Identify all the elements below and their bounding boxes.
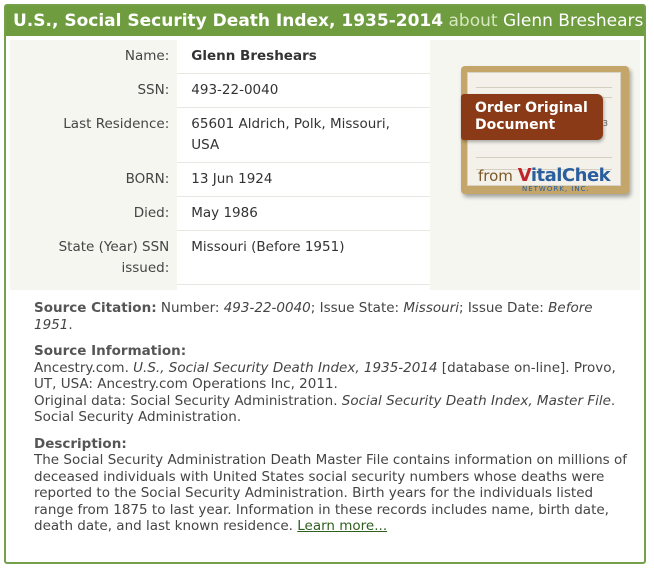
fact-row-name: Name: Glenn Breshears	[10, 40, 430, 74]
citation-text: ; Issue Date:	[458, 300, 549, 316]
citation-text: .	[68, 316, 73, 333]
citation-state: Missouri	[403, 300, 459, 316]
source-citation: Source Citation: Number: 493-22-0040; Is…	[34, 300, 634, 333]
vitalchek-logo: from VitalChek NETWORK, INC.	[478, 165, 611, 193]
paper-rule	[476, 157, 612, 158]
fact-label: Name:	[124, 48, 170, 64]
learn-more-link[interactable]: Learn more...	[297, 518, 387, 534]
fact-value-died: May 1986	[177, 196, 430, 231]
fact-label: State (Year) SSN issued:	[58, 238, 170, 276]
source-section: Source Citation: Number: 493-22-0040; Is…	[34, 300, 634, 545]
from-text: from	[478, 167, 513, 185]
citation-text: ; Issue State:	[310, 300, 404, 316]
vitalchek-v: V	[517, 165, 532, 186]
description-label: Description:	[34, 435, 127, 452]
paper-rule	[476, 87, 612, 88]
fact-label: Died:	[133, 204, 170, 221]
source-information-label: Source Information:	[34, 343, 187, 359]
database-title: U.S., Social Security Death Index, 1935-…	[133, 359, 438, 376]
about-word: about	[448, 11, 498, 31]
vitalchek-rest: italChek	[530, 165, 611, 186]
vitalchek-subtitle: NETWORK, INC.	[522, 185, 590, 193]
description: Description: The Social Security Adminis…	[34, 436, 634, 535]
person-name-header: Glenn Breshears	[502, 11, 644, 31]
fact-row-ssn-issued: State (Year) SSN issued: Missouri (Befor…	[10, 230, 430, 285]
order-line-1: Order Original	[475, 100, 588, 116]
document-card-image: 53 from VitalChek NETWORK, INC. Order Or…	[461, 66, 629, 194]
fact-label: BORN:	[125, 170, 170, 187]
citation-text: Number:	[156, 300, 224, 316]
facts-area: Name: Glenn Breshears SSN: 493-22-0040 L…	[10, 40, 640, 319]
source-citation-label: Source Citation:	[34, 300, 157, 316]
source-info-text: Ancestry.com.	[34, 359, 134, 376]
original-data-title: Social Security Death Index, Master File	[341, 392, 611, 409]
order-ribbon: Order Original Document	[461, 94, 603, 140]
collection-title[interactable]: U.S., Social Security Death Index, 1935-…	[13, 11, 443, 31]
record-header: U.S., Social Security Death Index, 1935-…	[6, 6, 644, 36]
vitalchek-brand: VitalChek	[517, 165, 611, 186]
fact-value-ssn: 493-22-0040	[177, 73, 430, 108]
source-information: Source Information: Ancestry.com. U.S., …	[34, 343, 634, 426]
fact-value-residence: 65601 Aldrich, Polk, Missouri, USA	[177, 107, 430, 163]
record-panel: U.S., Social Security Death Index, 1935-…	[4, 4, 646, 564]
fact-value-born: 13 Jun 1924	[177, 162, 430, 197]
source-info-text: Original data: Social Security Administr…	[34, 392, 342, 409]
order-original-document-button[interactable]: 53 from VitalChek NETWORK, INC. Order Or…	[455, 64, 633, 198]
fact-row-residence: Last Residence: 65601 Aldrich, Polk, Mis…	[10, 107, 430, 163]
fact-value-ssn-issued: Missouri (Before 1951)	[177, 230, 430, 285]
fact-row-ssn: SSN: 493-22-0040	[10, 73, 430, 108]
citation-number: 493-22-0040	[223, 300, 311, 316]
fact-row-died: Died: May 1986	[10, 196, 430, 231]
fact-row-born: BORN: 13 Jun 1924	[10, 162, 430, 197]
fact-label: Last Residence:	[63, 115, 170, 132]
fact-label: SSN:	[137, 81, 170, 98]
facts-table: Name: Glenn Breshears SSN: 493-22-0040 L…	[10, 40, 430, 319]
fact-value-name: Glenn Breshears	[177, 40, 430, 74]
order-line-2: Document	[475, 117, 556, 133]
